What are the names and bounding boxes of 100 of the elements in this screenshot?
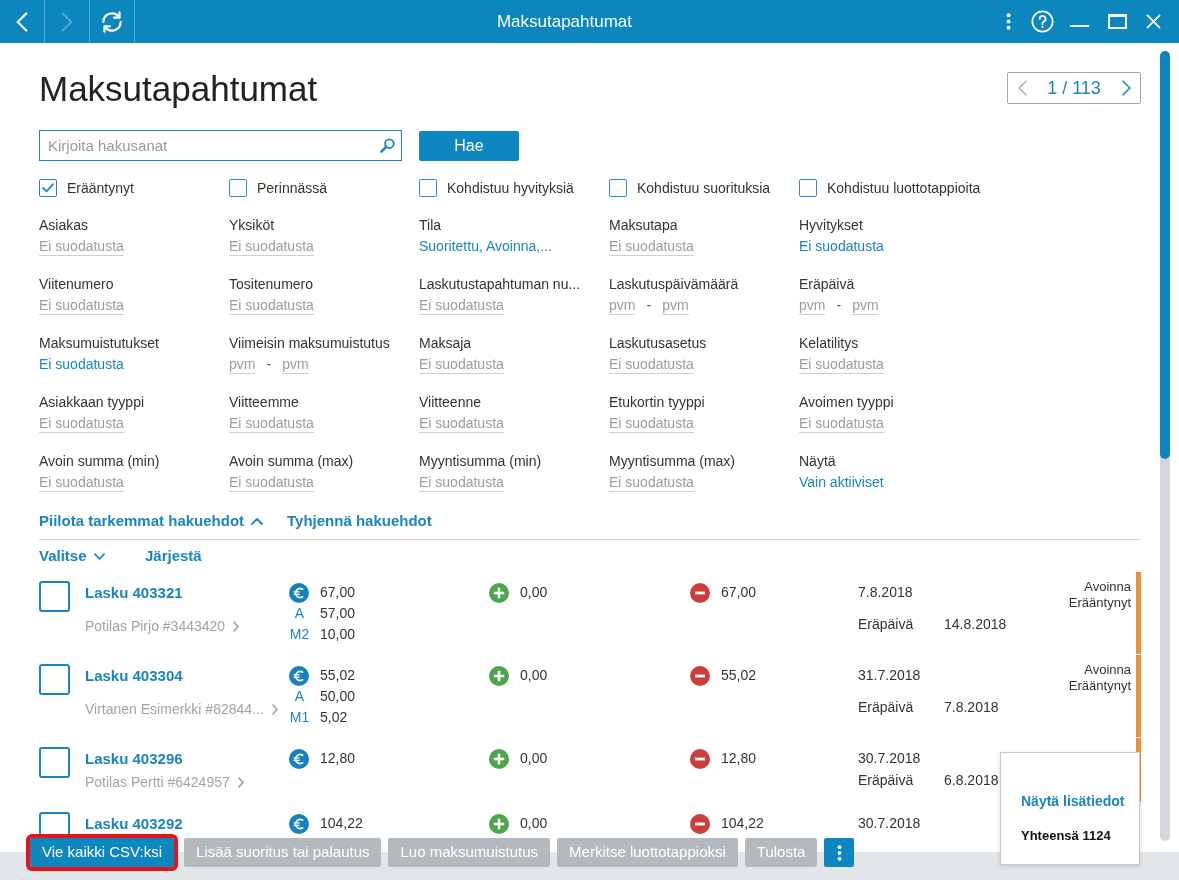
window-title: Maksutapahtumat (496, 10, 633, 33)
filter-value[interactable]: Ei suodatusta (799, 415, 884, 433)
filter-label: Laskutustapahtuman nu... (419, 275, 581, 293)
filter-value[interactable]: Ei suodatusta (39, 474, 124, 492)
euro-icon (289, 665, 309, 686)
filter-value[interactable]: Ei suodatusta (609, 474, 694, 492)
plus-icon (489, 582, 509, 603)
minus-icon (690, 665, 710, 686)
filter-value[interactable]: Ei suodatusta (229, 238, 314, 256)
filter-value[interactable]: Ei suodatusta (609, 415, 694, 433)
customer-link[interactable]: Potilas Pirjo #3443420 (85, 616, 240, 636)
chevron-right-icon (271, 703, 278, 715)
filter-value[interactable]: Ei suodatusta (419, 474, 504, 492)
chevron-right-icon (233, 620, 240, 632)
filter-value[interactable]: Ei suodatusta (39, 297, 124, 315)
row-checkbox[interactable] (39, 581, 70, 612)
amount-value: 55,02 (320, 666, 356, 685)
filter-value[interactable]: Ei suodatusta (229, 415, 314, 433)
amount-value: 50,00 (320, 687, 356, 706)
row-checkbox[interactable] (39, 664, 70, 695)
search-button[interactable]: Hae (419, 131, 519, 161)
date-field[interactable]: pvm (799, 297, 826, 315)
checkbox-label: Kohdistuu suorituksia (637, 179, 771, 197)
filter-value[interactable]: Ei suodatusta (609, 356, 694, 374)
filter-label: Tositenumero (229, 275, 314, 293)
checkbox-label: Kohdistuu hyvityksiä (447, 179, 574, 197)
checkbox[interactable] (609, 179, 627, 197)
clear-filters-link[interactable]: Tyhjennä hakuehdot (287, 511, 432, 531)
filter-value[interactable]: Ei suodatusta (799, 238, 884, 255)
invoice-link[interactable]: Lasku 403292 (85, 814, 183, 834)
plus-icon (489, 665, 509, 686)
filter-label: Laskutusasetus (609, 334, 707, 352)
filter-value[interactable]: Ei suodatusta (39, 415, 124, 433)
show-details-link[interactable]: Näytä lisätiedot (1021, 792, 1125, 810)
filter-label: Asiakas (39, 216, 89, 234)
toggle-filters-link[interactable]: Piilota tarkemmat hakuehdot (39, 511, 264, 531)
filter-label: Maksaja (419, 334, 472, 352)
check-icon (42, 183, 54, 193)
filter-value[interactable]: Ei suodatusta (39, 238, 124, 256)
amount-label: A (294, 604, 305, 623)
filter-value[interactable]: Ei suodatusta (229, 474, 314, 492)
date-field[interactable]: pvm (662, 297, 689, 315)
minimize-icon (1069, 24, 1089, 27)
filter-value[interactable]: Ei suodatusta (799, 356, 884, 374)
plus-icon (489, 748, 509, 769)
sort-link[interactable]: Järjestä (145, 547, 202, 565)
amount-value: 57,00 (320, 604, 356, 623)
invoice-link[interactable]: Lasku 403321 (85, 583, 183, 603)
scrollbar-thumb[interactable] (1160, 51, 1170, 459)
filter-value[interactable]: Suoritettu, Avoinna,... (419, 238, 552, 255)
filter-label: Laskutuspäivämäärä (609, 275, 739, 293)
filter-value[interactable]: Ei suodatusta (419, 356, 504, 374)
chevron-right-icon (237, 776, 244, 788)
date-field[interactable]: pvm (609, 297, 636, 315)
select-dropdown[interactable]: Valitse (39, 547, 105, 565)
filter-value[interactable]: Ei suodatusta (419, 415, 504, 433)
filter-label: Etukortin tyyppi (609, 393, 705, 411)
filter-value[interactable]: Vain aktiiviset (799, 474, 884, 491)
filter-label: Avoimen tyyppi (799, 393, 894, 411)
filter-value[interactable]: Ei suodatusta (419, 297, 504, 315)
status-text: Erääntynyt (1068, 595, 1131, 611)
date-field[interactable]: pvm (852, 297, 879, 315)
date-field[interactable]: pvm (229, 356, 256, 374)
search-icon (380, 138, 395, 153)
chevron-down-icon (93, 552, 105, 560)
filter-value[interactable]: Ei suodatusta (609, 238, 694, 256)
invoice-date: 31.7.2018 (858, 666, 921, 685)
due-label: Eräpäivä (858, 771, 915, 790)
checkbox[interactable] (799, 179, 817, 197)
invoice-link[interactable]: Lasku 403304 (85, 666, 183, 686)
page-heading: Maksutapahtumat (39, 69, 318, 109)
due-label: Eräpäivä (858, 615, 915, 634)
euro-icon (289, 813, 309, 834)
checkbox[interactable] (229, 179, 247, 197)
search-field[interactable]: Kirjoita hakusanat (39, 130, 402, 161)
checkbox[interactable] (419, 179, 437, 197)
credit-value: 0,00 (520, 583, 548, 602)
filter-label: Hyvitykset (799, 216, 863, 234)
maximize-icon (1107, 14, 1127, 29)
more-actions-button[interactable] (824, 838, 855, 867)
filter-value[interactable]: Ei suodatusta (229, 297, 314, 315)
customer-link[interactable]: Virtanen Esimerkki #82844... (85, 699, 278, 719)
date-field[interactable]: pvm (282, 356, 309, 374)
customer-link[interactable]: Potilas Pertti #6424957 (85, 772, 244, 792)
amount-label: M1 (289, 708, 310, 727)
amount-value: 104,22 (320, 814, 363, 833)
filter-value[interactable]: Ei suodatusta (39, 356, 124, 373)
filter-label: Avoin summa (max) (229, 452, 354, 470)
invoice-link[interactable]: Lasku 403296 (85, 749, 183, 769)
checkbox[interactable] (39, 179, 57, 197)
page-indicator: 1 / 113 (1047, 77, 1101, 99)
amount-label: M2 (289, 625, 310, 644)
row-checkbox[interactable] (39, 747, 70, 778)
filter-label: Myyntisumma (min) (419, 452, 542, 470)
filter-label: Asiakkaan tyyppi (39, 393, 145, 411)
range-separator: - (266, 356, 272, 373)
euro-icon (289, 582, 309, 603)
credit-value: 0,00 (520, 814, 548, 833)
amount-value: 5,02 (320, 708, 348, 727)
filter-label: Yksiköt (229, 216, 275, 234)
